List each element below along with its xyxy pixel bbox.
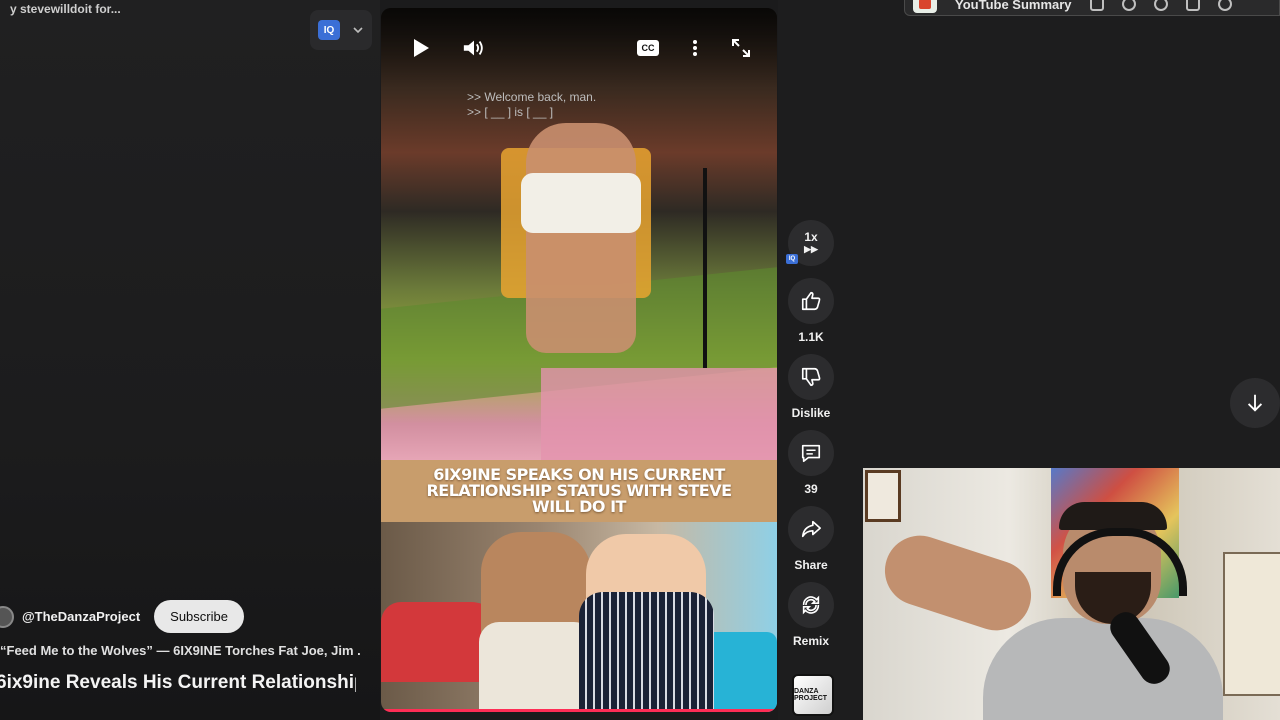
captions-label: CC (637, 40, 659, 56)
more-vertical-icon[interactable] (683, 36, 707, 60)
channel-handle[interactable]: @TheDanzaProject (22, 609, 140, 624)
audio-source-thumbnail[interactable]: DANZA PROJECT (792, 674, 834, 716)
share-button[interactable] (788, 506, 834, 552)
speed-value: 1x (804, 230, 818, 244)
glasses-icon[interactable] (1153, 0, 1168, 11)
channel-row: @TheDanzaProject Subscribe (0, 600, 244, 633)
share-arrow-icon (801, 520, 821, 538)
iq-mini-badge-icon: IQ (786, 254, 798, 264)
playback-speed-button[interactable]: 1x ▶▶ IQ (786, 220, 834, 266)
wall-frame (865, 470, 901, 522)
speed-label: 1x ▶▶ (804, 231, 818, 255)
iq-badge-icon: IQ (318, 20, 340, 40)
scene-pink-floor (541, 368, 777, 460)
fullscreen-icon[interactable] (729, 36, 753, 60)
dislike-button[interactable] (788, 354, 834, 400)
next-video-button[interactable] (1230, 378, 1280, 428)
banner-text: 6IX9INE SPEAKS ON HIS CURRENT RELATIONSH… (426, 465, 732, 516)
iq-extension-widget[interactable]: IQ (310, 10, 372, 50)
chevron-down-icon (353, 27, 363, 34)
comment-count: 39 (804, 482, 818, 496)
thumbs-down-icon (801, 367, 821, 387)
shorts-video-player[interactable]: CC >> Welcome back, man. >> [ __ ] is [ … (381, 8, 777, 712)
progress-fill (381, 709, 777, 712)
caption-overlay: >> Welcome back, man. >> [ __ ] is [ __ … (467, 90, 596, 120)
comment-icon (801, 444, 821, 463)
remix-label: Remix (792, 634, 830, 648)
equalizer-icon[interactable] (1185, 0, 1200, 11)
caption-line: >> [ __ ] is [ __ ] (467, 105, 554, 119)
player-controls: CC (381, 8, 777, 88)
youtube-summary-bar[interactable]: YouTube Summary (904, 0, 1280, 16)
like-count: 1.1K (798, 330, 824, 344)
fast-forward-icon: ▶▶ (804, 244, 818, 254)
share-label: Share (794, 558, 828, 572)
summary-logo-icon (913, 0, 937, 13)
wall-poster (1223, 552, 1280, 696)
settings-gear-icon[interactable] (1217, 0, 1232, 11)
streamer-hand (875, 526, 1041, 640)
scene-mic-stand (703, 168, 707, 368)
previous-channel-text[interactable]: y stevewilldoit for... (10, 2, 121, 16)
photo-person-right-shirt (579, 592, 714, 712)
calendar-icon[interactable] (1089, 0, 1104, 11)
openai-icon[interactable] (1121, 0, 1136, 11)
previous-video-title[interactable]: “Feed Me to the Wolves” — 6IX9INE Torche… (0, 643, 360, 658)
photo-person-left-shirt (479, 622, 594, 712)
remix-button[interactable] (788, 582, 834, 628)
summary-title: YouTube Summary (955, 0, 1072, 12)
caption-line: >> Welcome back, man. (467, 90, 597, 104)
like-button[interactable] (788, 278, 834, 324)
subscribe-button[interactable]: Subscribe (154, 600, 244, 633)
captions-icon[interactable]: CC (636, 36, 660, 60)
streamer-cap (1059, 502, 1167, 530)
comments-button[interactable] (788, 430, 834, 476)
video-frame-bottom (381, 522, 777, 712)
dislike-label: Dislike (791, 406, 831, 420)
remix-icon (802, 595, 820, 615)
volume-icon[interactable] (462, 36, 486, 60)
video-title[interactable]: 6ix9ine Reveals His Current Relationship… (0, 672, 356, 694)
video-banner: 6IX9INE SPEAKS ON HIS CURRENT RELATIONSH… (381, 460, 777, 522)
channel-avatar[interactable] (0, 605, 14, 628)
scene-shirt (521, 173, 641, 233)
play-icon[interactable] (409, 36, 433, 60)
progress-bar[interactable] (381, 709, 777, 712)
arrow-down-icon (1247, 394, 1263, 412)
thumbs-up-icon (801, 291, 821, 311)
scene-person (526, 123, 636, 353)
streamer-hoodie (983, 618, 1223, 720)
webcam-overlay (863, 468, 1280, 720)
